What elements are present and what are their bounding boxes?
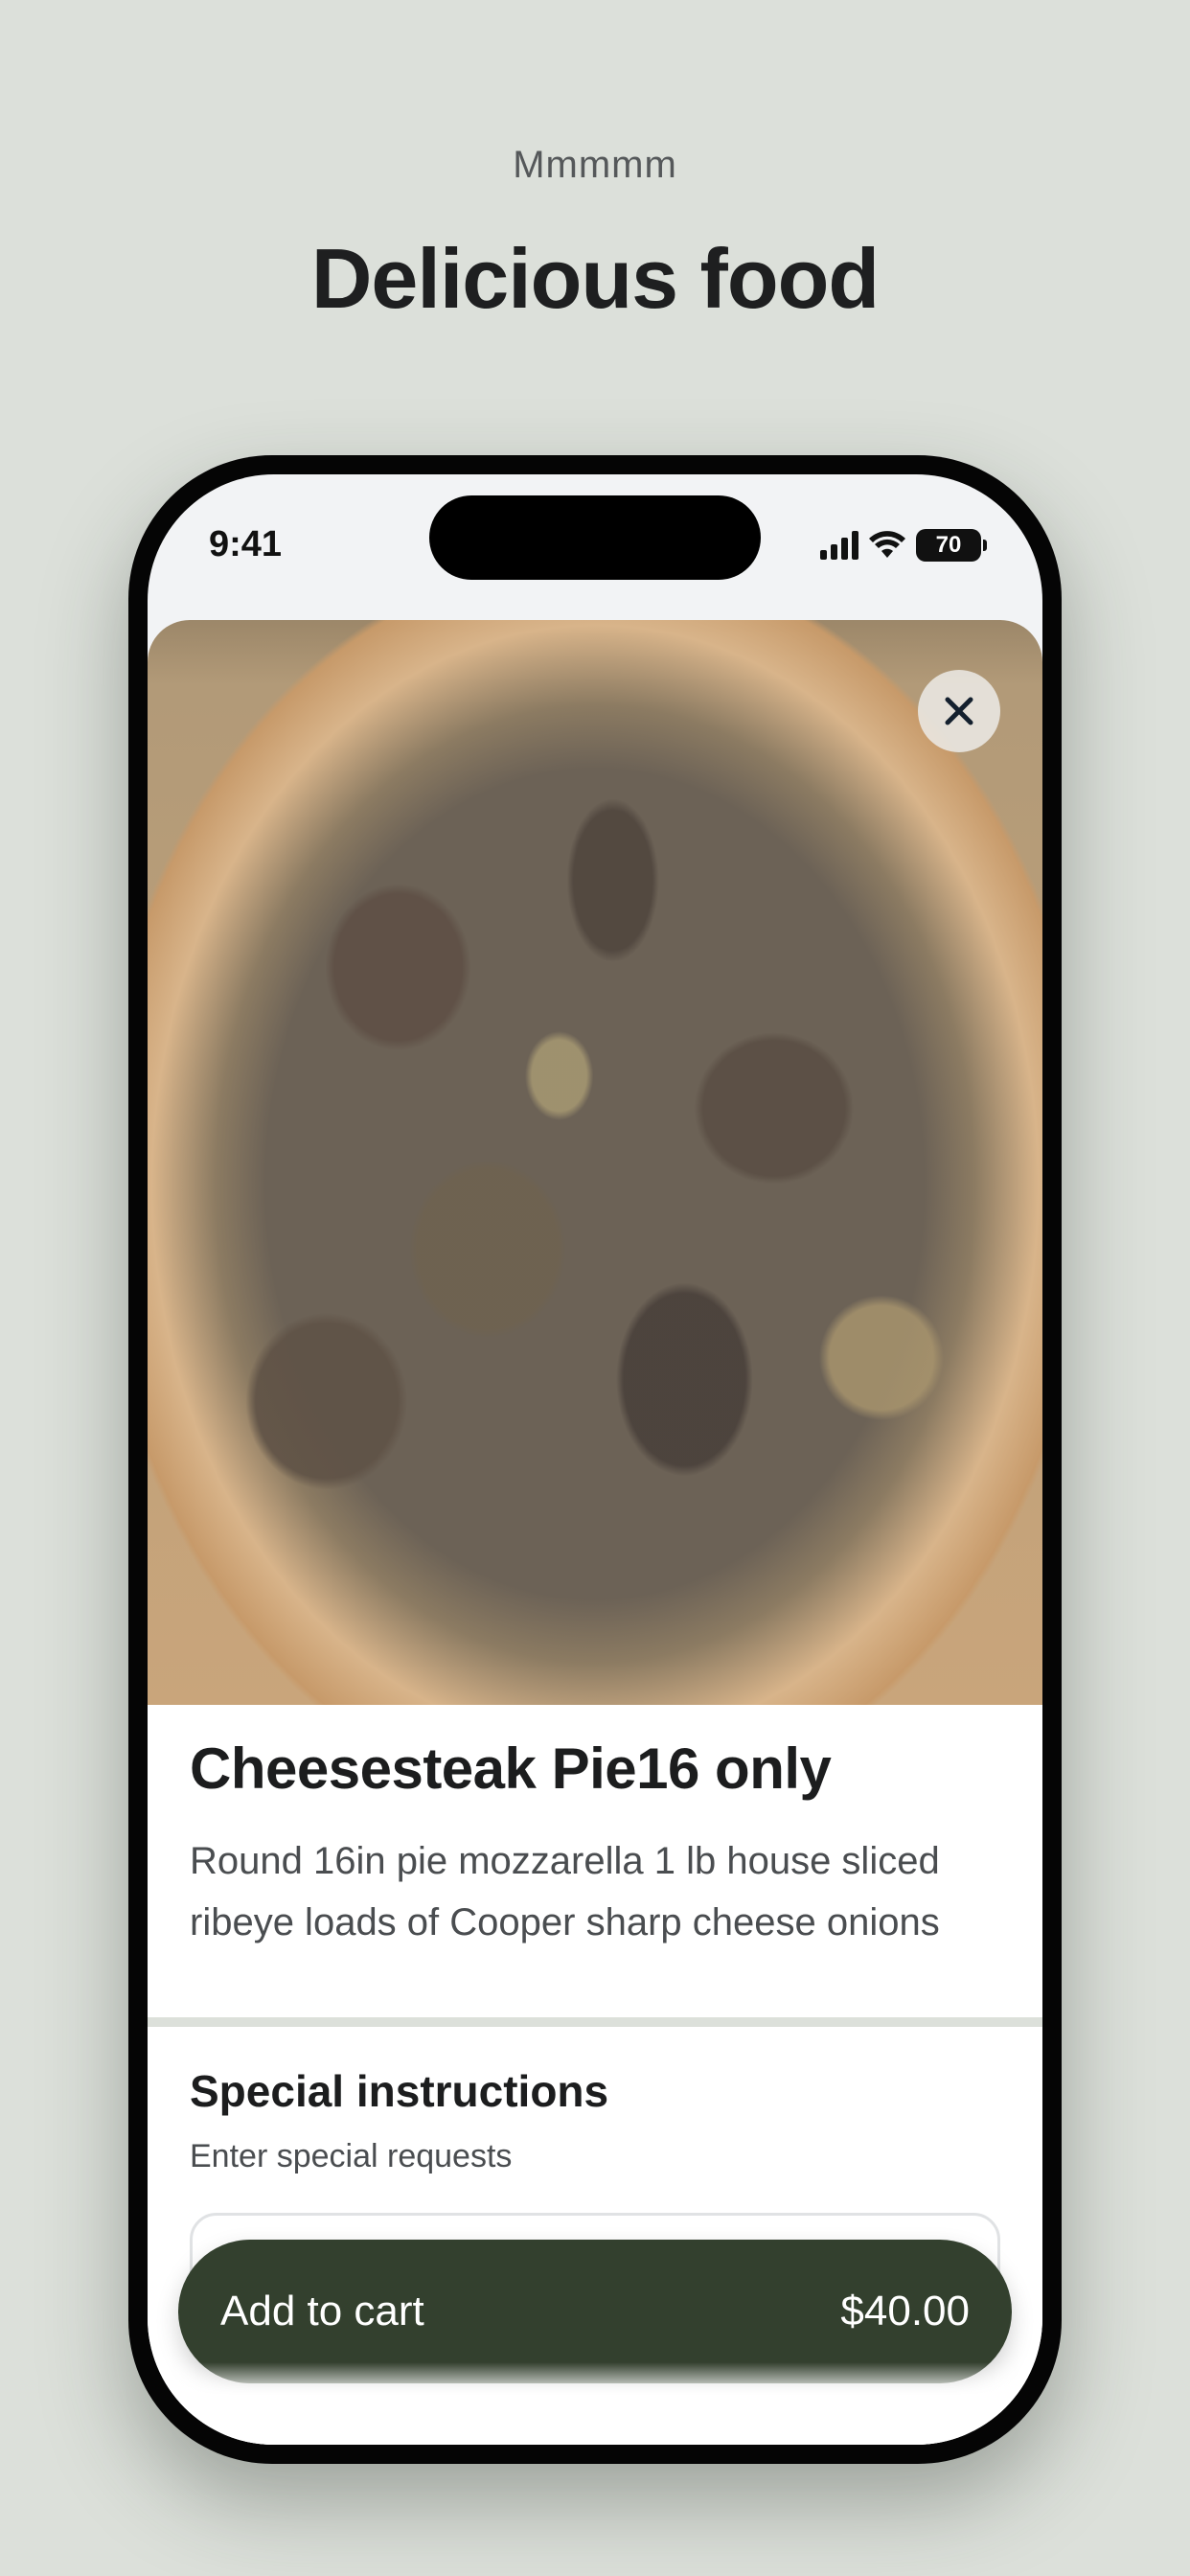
promo-page: Mmmmm Delicious food 9:41 70 Cheesesteak… — [0, 0, 1190, 2576]
status-time: 9:41 — [209, 524, 283, 564]
status-bar: 9:41 70 — [148, 474, 1042, 618]
dynamic-island — [429, 495, 761, 580]
close-button[interactable] — [918, 670, 1000, 752]
signal-icon — [820, 531, 858, 560]
status-icons: 70 — [820, 528, 987, 563]
section-divider — [148, 2017, 1042, 2027]
item-detail-sheet: Cheesesteak Pie16 only Round 16in pie mo… — [148, 620, 1042, 2445]
special-instructions-section: Special instructions Enter special reque… — [190, 2065, 1000, 2175]
special-instructions-subtitle: Enter special requests — [190, 2138, 513, 2174]
item-title: Cheesesteak Pie16 only — [190, 1736, 832, 1801]
item-description: Round 16in pie mozzarella 1 lb house sli… — [190, 1840, 940, 1944]
bottom-fade — [148, 2362, 1042, 2445]
promo-eyebrow: Mmmmm — [513, 144, 677, 186]
special-instructions-title: Special instructions — [190, 2066, 609, 2116]
promo-headline: Delicious food — [310, 231, 880, 326]
item-photo — [148, 620, 1042, 1705]
close-icon — [945, 697, 973, 725]
phone-screen: 9:41 70 Cheesesteak Pie16 only Round 16i… — [148, 474, 1042, 2445]
item-info: Cheesesteak Pie16 only Round 16in pie mo… — [190, 1722, 1000, 1953]
battery-icon: 70 — [916, 529, 987, 562]
wifi-icon — [869, 531, 905, 558]
phone-frame: 9:41 70 Cheesesteak Pie16 only Round 16i… — [128, 455, 1062, 2464]
cart-price: $40.00 — [840, 2288, 970, 2334]
add-to-cart-label: Add to cart — [220, 2288, 424, 2334]
